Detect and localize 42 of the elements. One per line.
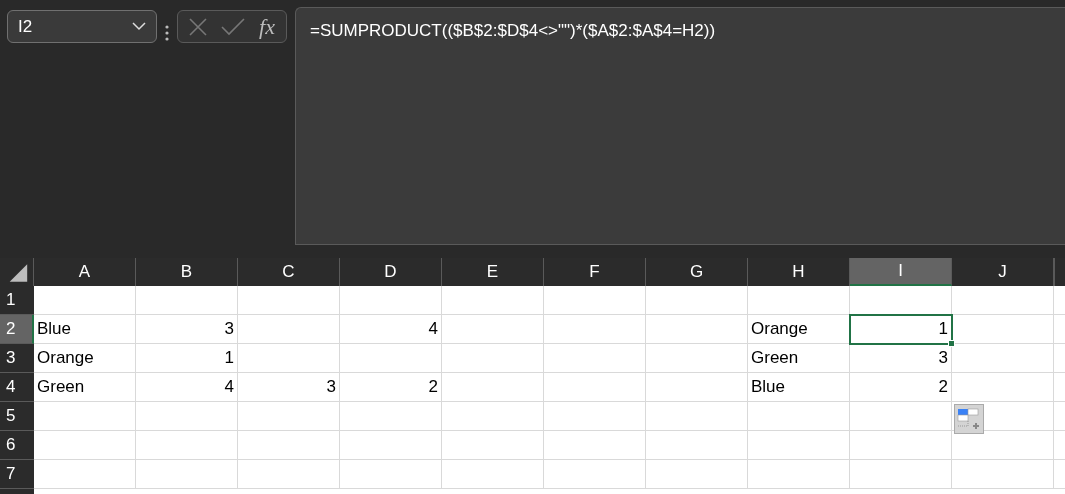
check-icon[interactable] (221, 17, 246, 36)
cell[interactable]: Green (34, 373, 136, 402)
column-header[interactable]: B (136, 258, 238, 286)
cell[interactable]: 4 (136, 373, 238, 402)
column-header[interactable]: C (238, 258, 340, 286)
row-header[interactable]: 7 (0, 460, 34, 489)
row-header[interactable]: 4 (0, 373, 34, 402)
name-box[interactable]: I2 (7, 10, 157, 43)
cell[interactable]: 1 (850, 315, 952, 344)
cell[interactable]: 3 (136, 315, 238, 344)
cell[interactable]: Orange (34, 344, 136, 373)
cell[interactable]: 2 (850, 373, 952, 402)
column-header[interactable]: D (340, 258, 442, 286)
cell[interactable]: Green (748, 344, 850, 373)
column-header[interactable]: H (748, 258, 850, 286)
row-header[interactable]: 1 (0, 286, 34, 315)
row-header[interactable]: 6 (0, 431, 34, 460)
quick-analysis-icon[interactable] (954, 404, 984, 434)
insert-function-button[interactable]: fx (259, 15, 275, 38)
cell[interactable]: 3 (238, 373, 340, 402)
row-header[interactable]: 2 (0, 315, 34, 344)
column-header[interactable]: G (646, 258, 748, 286)
cell[interactable]: Blue (748, 373, 850, 402)
chevron-down-icon (132, 22, 146, 31)
column-header[interactable] (1054, 258, 1065, 286)
cancel-icon[interactable] (189, 17, 207, 36)
cell[interactable]: Orange (748, 315, 850, 344)
cell[interactable]: 2 (340, 373, 442, 402)
column-header[interactable]: F (544, 258, 646, 286)
column-header[interactable]: A (34, 258, 136, 286)
column-header[interactable]: J (952, 258, 1054, 286)
fill-handle[interactable] (948, 340, 955, 347)
cell[interactable]: 1 (136, 344, 238, 373)
column-header[interactable]: I (850, 258, 952, 286)
formula-bar[interactable]: =SUMPRODUCT(($B$2:$D$4<>"")*($A$2:$A$4=H2)) (295, 7, 1065, 245)
row-header[interactable]: 3 (0, 344, 34, 373)
more-options-icon (165, 25, 169, 41)
row-header[interactable]: 5 (0, 402, 34, 431)
cell[interactable]: Blue (34, 315, 136, 344)
column-header[interactable]: E (442, 258, 544, 286)
cell[interactable]: 3 (850, 344, 952, 373)
cell[interactable]: 4 (340, 315, 442, 344)
